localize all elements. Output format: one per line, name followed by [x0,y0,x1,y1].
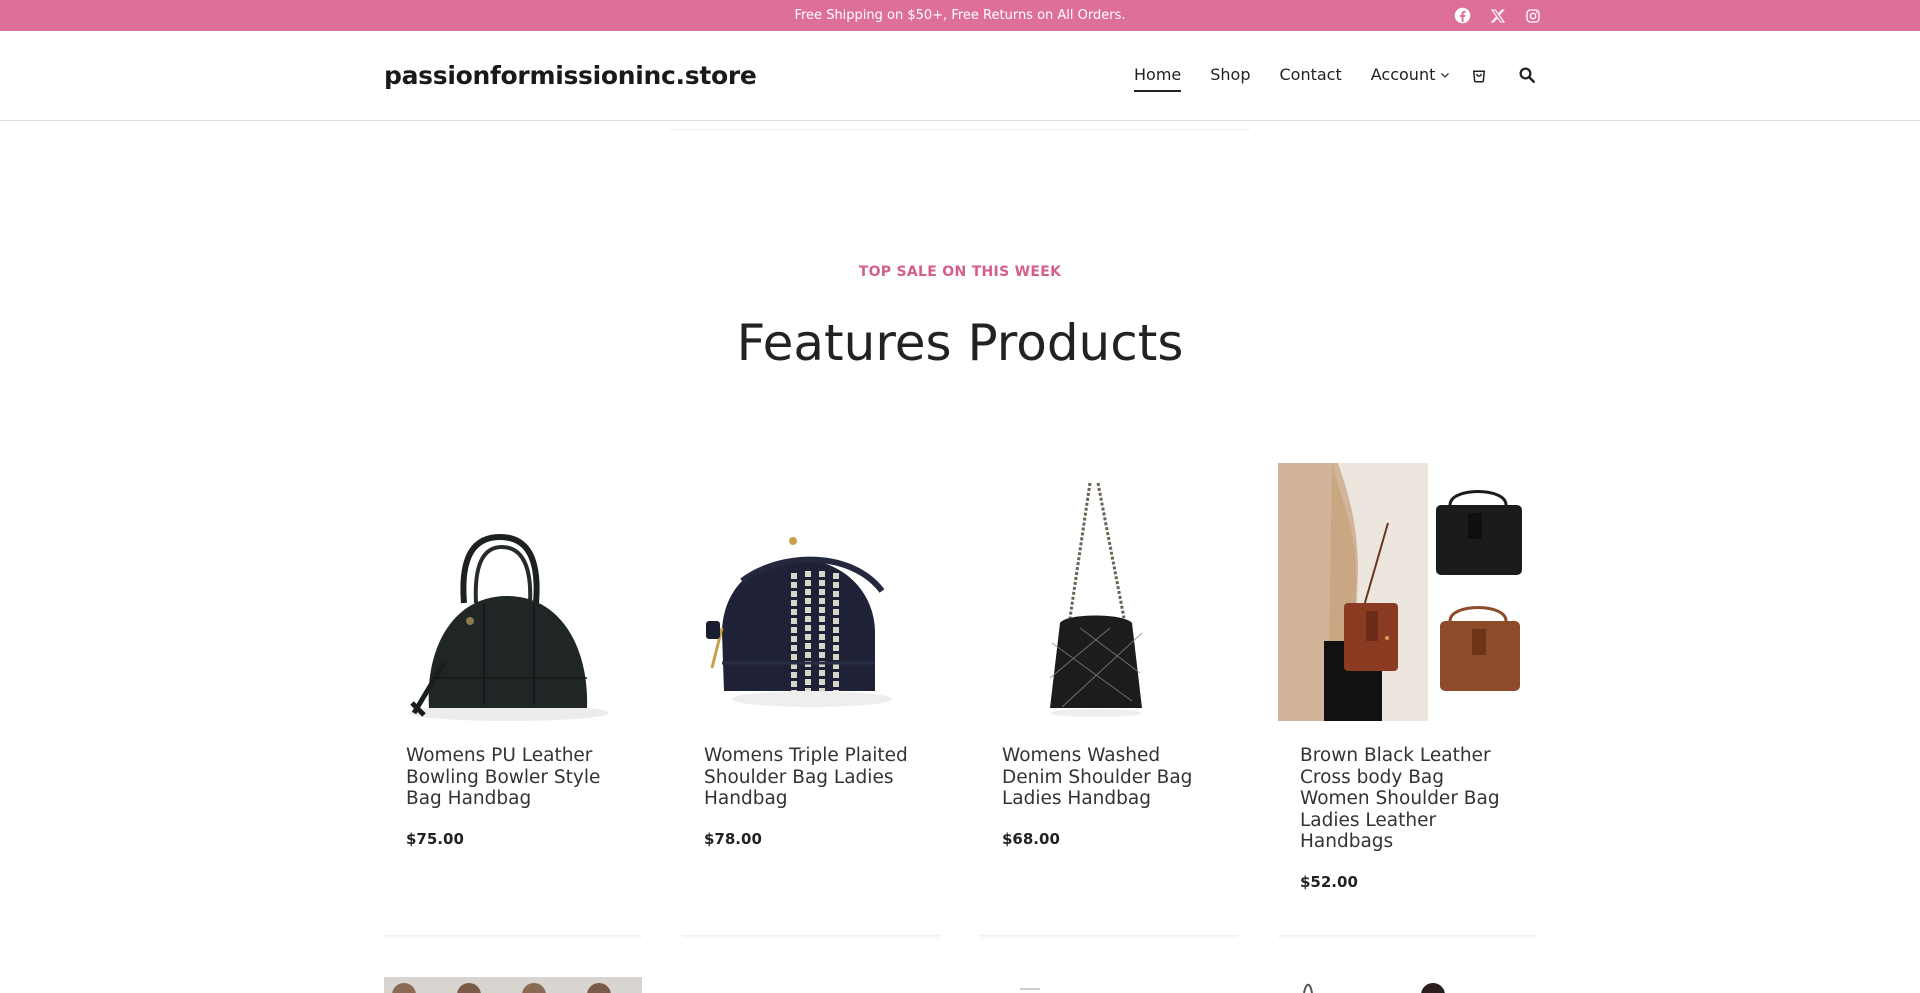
section-heading: Features Products [736,314,1184,372]
product-image[interactable] [980,463,1238,721]
announcement-text: Free Shipping on $50+, Free Returns on A… [794,8,1126,23]
product-image[interactable] [682,977,940,993]
product-grid: Womens PU Leather Bowling Bowler Style B… [384,463,1536,891]
section-eyebrow: TOP SALE ON THIS WEEK [858,264,1062,280]
header-divider [670,129,1250,130]
product-image[interactable] [682,463,940,721]
facebook-icon[interactable] [1453,6,1472,25]
product-title[interactable]: Womens PU Leather Bowling Bowler Style B… [406,745,620,810]
nav-account[interactable]: Account [1371,65,1451,88]
product-image[interactable] [384,977,642,993]
nav-shop[interactable]: Shop [1210,65,1250,88]
product-title[interactable]: Womens Triple Plaited Shoulder Bag Ladie… [704,745,918,810]
product-price: $75.00 [406,829,464,848]
x-twitter-icon[interactable] [1488,6,1507,25]
product-card[interactable]: Womens PU Leather Bowling Bowler Style B… [384,463,642,891]
product-card[interactable]: Womens Triple Plaited Shoulder Bag Ladie… [682,463,940,891]
product-title[interactable]: Brown Black Leather Cross body Bag Women… [1300,745,1514,853]
product-card[interactable]: Womens Washed Denim Shoulder Bag Ladies … [980,463,1238,891]
instagram-icon[interactable] [1523,6,1542,25]
product-image[interactable] [384,463,642,721]
nav-home[interactable]: Home [1134,65,1182,92]
cart-icon[interactable] [1469,65,1489,85]
nav-account-label: Account [1370,65,1436,84]
chevron-down-icon [1441,72,1450,78]
search-icon[interactable] [1517,65,1537,85]
product-card[interactable]: Brown Black Leather Cross body Bag Women… [1278,463,1536,891]
product-price: $78.00 [704,829,762,848]
site-header: passionformissioninc.store Home Shop Con… [0,31,1920,121]
main-nav: Home Shop Contact Account [1134,65,1479,92]
next-row-images [384,977,1536,993]
product-price: $52.00 [1300,872,1358,891]
product-image[interactable] [1278,463,1536,721]
social-links [1453,6,1542,25]
product-price: $68.00 [1002,829,1060,848]
product-image[interactable] [980,977,1238,993]
nav-contact[interactable]: Contact [1280,65,1342,88]
announcement-bar: Free Shipping on $50+, Free Returns on A… [0,0,1920,31]
site-logo[interactable]: passionformissioninc.store [384,61,757,90]
product-image[interactable] [1278,977,1536,993]
next-row-shadows [384,935,1536,939]
product-title[interactable]: Womens Washed Denim Shoulder Bag Ladies … [1002,745,1216,810]
